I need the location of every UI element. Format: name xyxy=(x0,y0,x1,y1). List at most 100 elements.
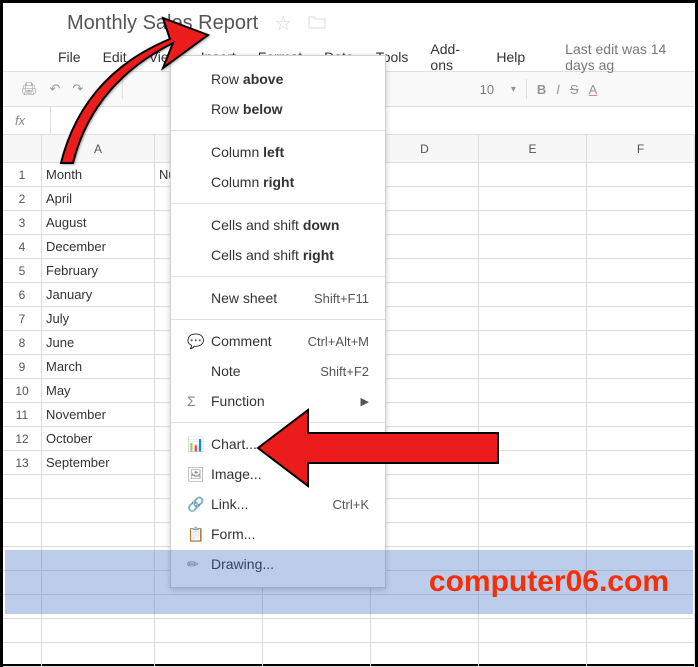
cell[interactable] xyxy=(371,307,479,331)
cell[interactable]: March xyxy=(42,355,155,379)
select-all-cell[interactable] xyxy=(3,135,42,163)
col-header-e[interactable]: E xyxy=(479,135,587,163)
col-header-a[interactable]: A xyxy=(42,135,155,163)
folder-icon[interactable] xyxy=(308,12,326,35)
row-header[interactable] xyxy=(3,643,42,667)
cell[interactable] xyxy=(587,163,695,187)
menu-entry[interactable]: NoteShift+F2 xyxy=(171,356,385,386)
cell[interactable] xyxy=(371,499,479,523)
cell[interactable] xyxy=(479,235,587,259)
cell[interactable]: May xyxy=(42,379,155,403)
document-title[interactable]: Monthly Sales Report xyxy=(67,12,258,35)
row-header[interactable]: 13 xyxy=(3,451,42,475)
paint-icon[interactable]: 🖌 xyxy=(95,81,112,97)
row-header[interactable]: 12 xyxy=(3,427,42,451)
cell[interactable] xyxy=(587,331,695,355)
menu-entry[interactable]: Cells and shift right xyxy=(171,240,385,270)
menu-entry[interactable]: Row below xyxy=(171,94,385,124)
cell[interactable] xyxy=(371,427,479,451)
cell[interactable] xyxy=(587,523,695,547)
text-color-button[interactable]: A xyxy=(589,82,598,97)
undo-icon[interactable]: ↶ xyxy=(50,81,61,97)
col-header-f[interactable]: F xyxy=(587,135,695,163)
cell[interactable] xyxy=(371,187,479,211)
cell[interactable] xyxy=(371,523,479,547)
cell[interactable]: August xyxy=(42,211,155,235)
cell[interactable] xyxy=(42,643,155,667)
cell[interactable] xyxy=(479,475,587,499)
menu-help[interactable]: Help xyxy=(496,49,525,65)
cell[interactable]: Month xyxy=(42,163,155,187)
cell[interactable] xyxy=(479,427,587,451)
menu-entry[interactable]: Row above xyxy=(171,64,385,94)
cell[interactable]: October xyxy=(42,427,155,451)
cell[interactable] xyxy=(479,523,587,547)
cell[interactable] xyxy=(479,643,587,667)
cell[interactable] xyxy=(587,451,695,475)
menu-entry[interactable]: Cells and shift down xyxy=(171,210,385,240)
cell[interactable] xyxy=(587,283,695,307)
cell[interactable] xyxy=(587,379,695,403)
cell[interactable] xyxy=(479,499,587,523)
cell[interactable] xyxy=(371,355,479,379)
row-header[interactable]: 4 xyxy=(3,235,42,259)
cell[interactable] xyxy=(155,619,263,643)
cell[interactable]: September xyxy=(42,451,155,475)
cell[interactable] xyxy=(479,331,587,355)
col-header-d[interactable]: D xyxy=(371,135,479,163)
cell[interactable] xyxy=(371,163,479,187)
row-header[interactable]: 5 xyxy=(3,259,42,283)
cell[interactable] xyxy=(263,643,371,667)
menu-file[interactable]: File xyxy=(58,49,81,65)
row-header[interactable]: 8 xyxy=(3,331,42,355)
cell[interactable] xyxy=(371,475,479,499)
cell[interactable] xyxy=(42,619,155,643)
menu-edit[interactable]: Edit xyxy=(103,49,127,65)
cell[interactable] xyxy=(371,451,479,475)
row-header[interactable]: 9 xyxy=(3,355,42,379)
cell[interactable]: June xyxy=(42,331,155,355)
menu-entry[interactable]: 💬CommentCtrl+Alt+M xyxy=(171,326,385,356)
row-header[interactable] xyxy=(3,499,42,523)
row-header[interactable] xyxy=(3,523,42,547)
cell[interactable] xyxy=(371,331,479,355)
cell[interactable] xyxy=(587,643,695,667)
menu-entry[interactable]: 📊Chart... xyxy=(171,429,385,459)
cell[interactable] xyxy=(371,259,479,283)
menu-entry[interactable]: ΣFunction▶ xyxy=(171,386,385,416)
cell[interactable]: February xyxy=(42,259,155,283)
strike-button[interactable]: S xyxy=(570,82,579,97)
cell[interactable] xyxy=(587,187,695,211)
cell[interactable] xyxy=(479,619,587,643)
cell[interactable] xyxy=(263,619,371,643)
menu-entry[interactable]: Column right xyxy=(171,167,385,197)
font-size-dropdown-icon[interactable]: ▾ xyxy=(511,84,516,95)
cell[interactable]: November xyxy=(42,403,155,427)
cell[interactable] xyxy=(479,403,587,427)
redo-icon[interactable]: ↷ xyxy=(72,81,83,97)
cell[interactable] xyxy=(479,307,587,331)
font-size-input[interactable] xyxy=(473,82,501,97)
cell[interactable] xyxy=(479,451,587,475)
cell[interactable] xyxy=(587,259,695,283)
cell[interactable] xyxy=(587,307,695,331)
cell[interactable] xyxy=(371,235,479,259)
row-header[interactable]: 1 xyxy=(3,163,42,187)
menu-entry[interactable]: 🔗Link...Ctrl+K xyxy=(171,489,385,519)
cell[interactable] xyxy=(155,643,263,667)
cell[interactable] xyxy=(371,379,479,403)
cell[interactable]: December xyxy=(42,235,155,259)
cell[interactable] xyxy=(479,187,587,211)
cell[interactable]: April xyxy=(42,187,155,211)
cell[interactable] xyxy=(587,235,695,259)
menu-entry[interactable]: 🖼Image... xyxy=(171,459,385,489)
row-header[interactable]: 11 xyxy=(3,403,42,427)
cell[interactable] xyxy=(371,619,479,643)
row-header[interactable]: 2 xyxy=(3,187,42,211)
cell[interactable] xyxy=(42,499,155,523)
row-header[interactable] xyxy=(3,475,42,499)
row-header[interactable] xyxy=(3,619,42,643)
cell[interactable]: July xyxy=(42,307,155,331)
cell[interactable] xyxy=(371,283,479,307)
cell[interactable] xyxy=(371,643,479,667)
